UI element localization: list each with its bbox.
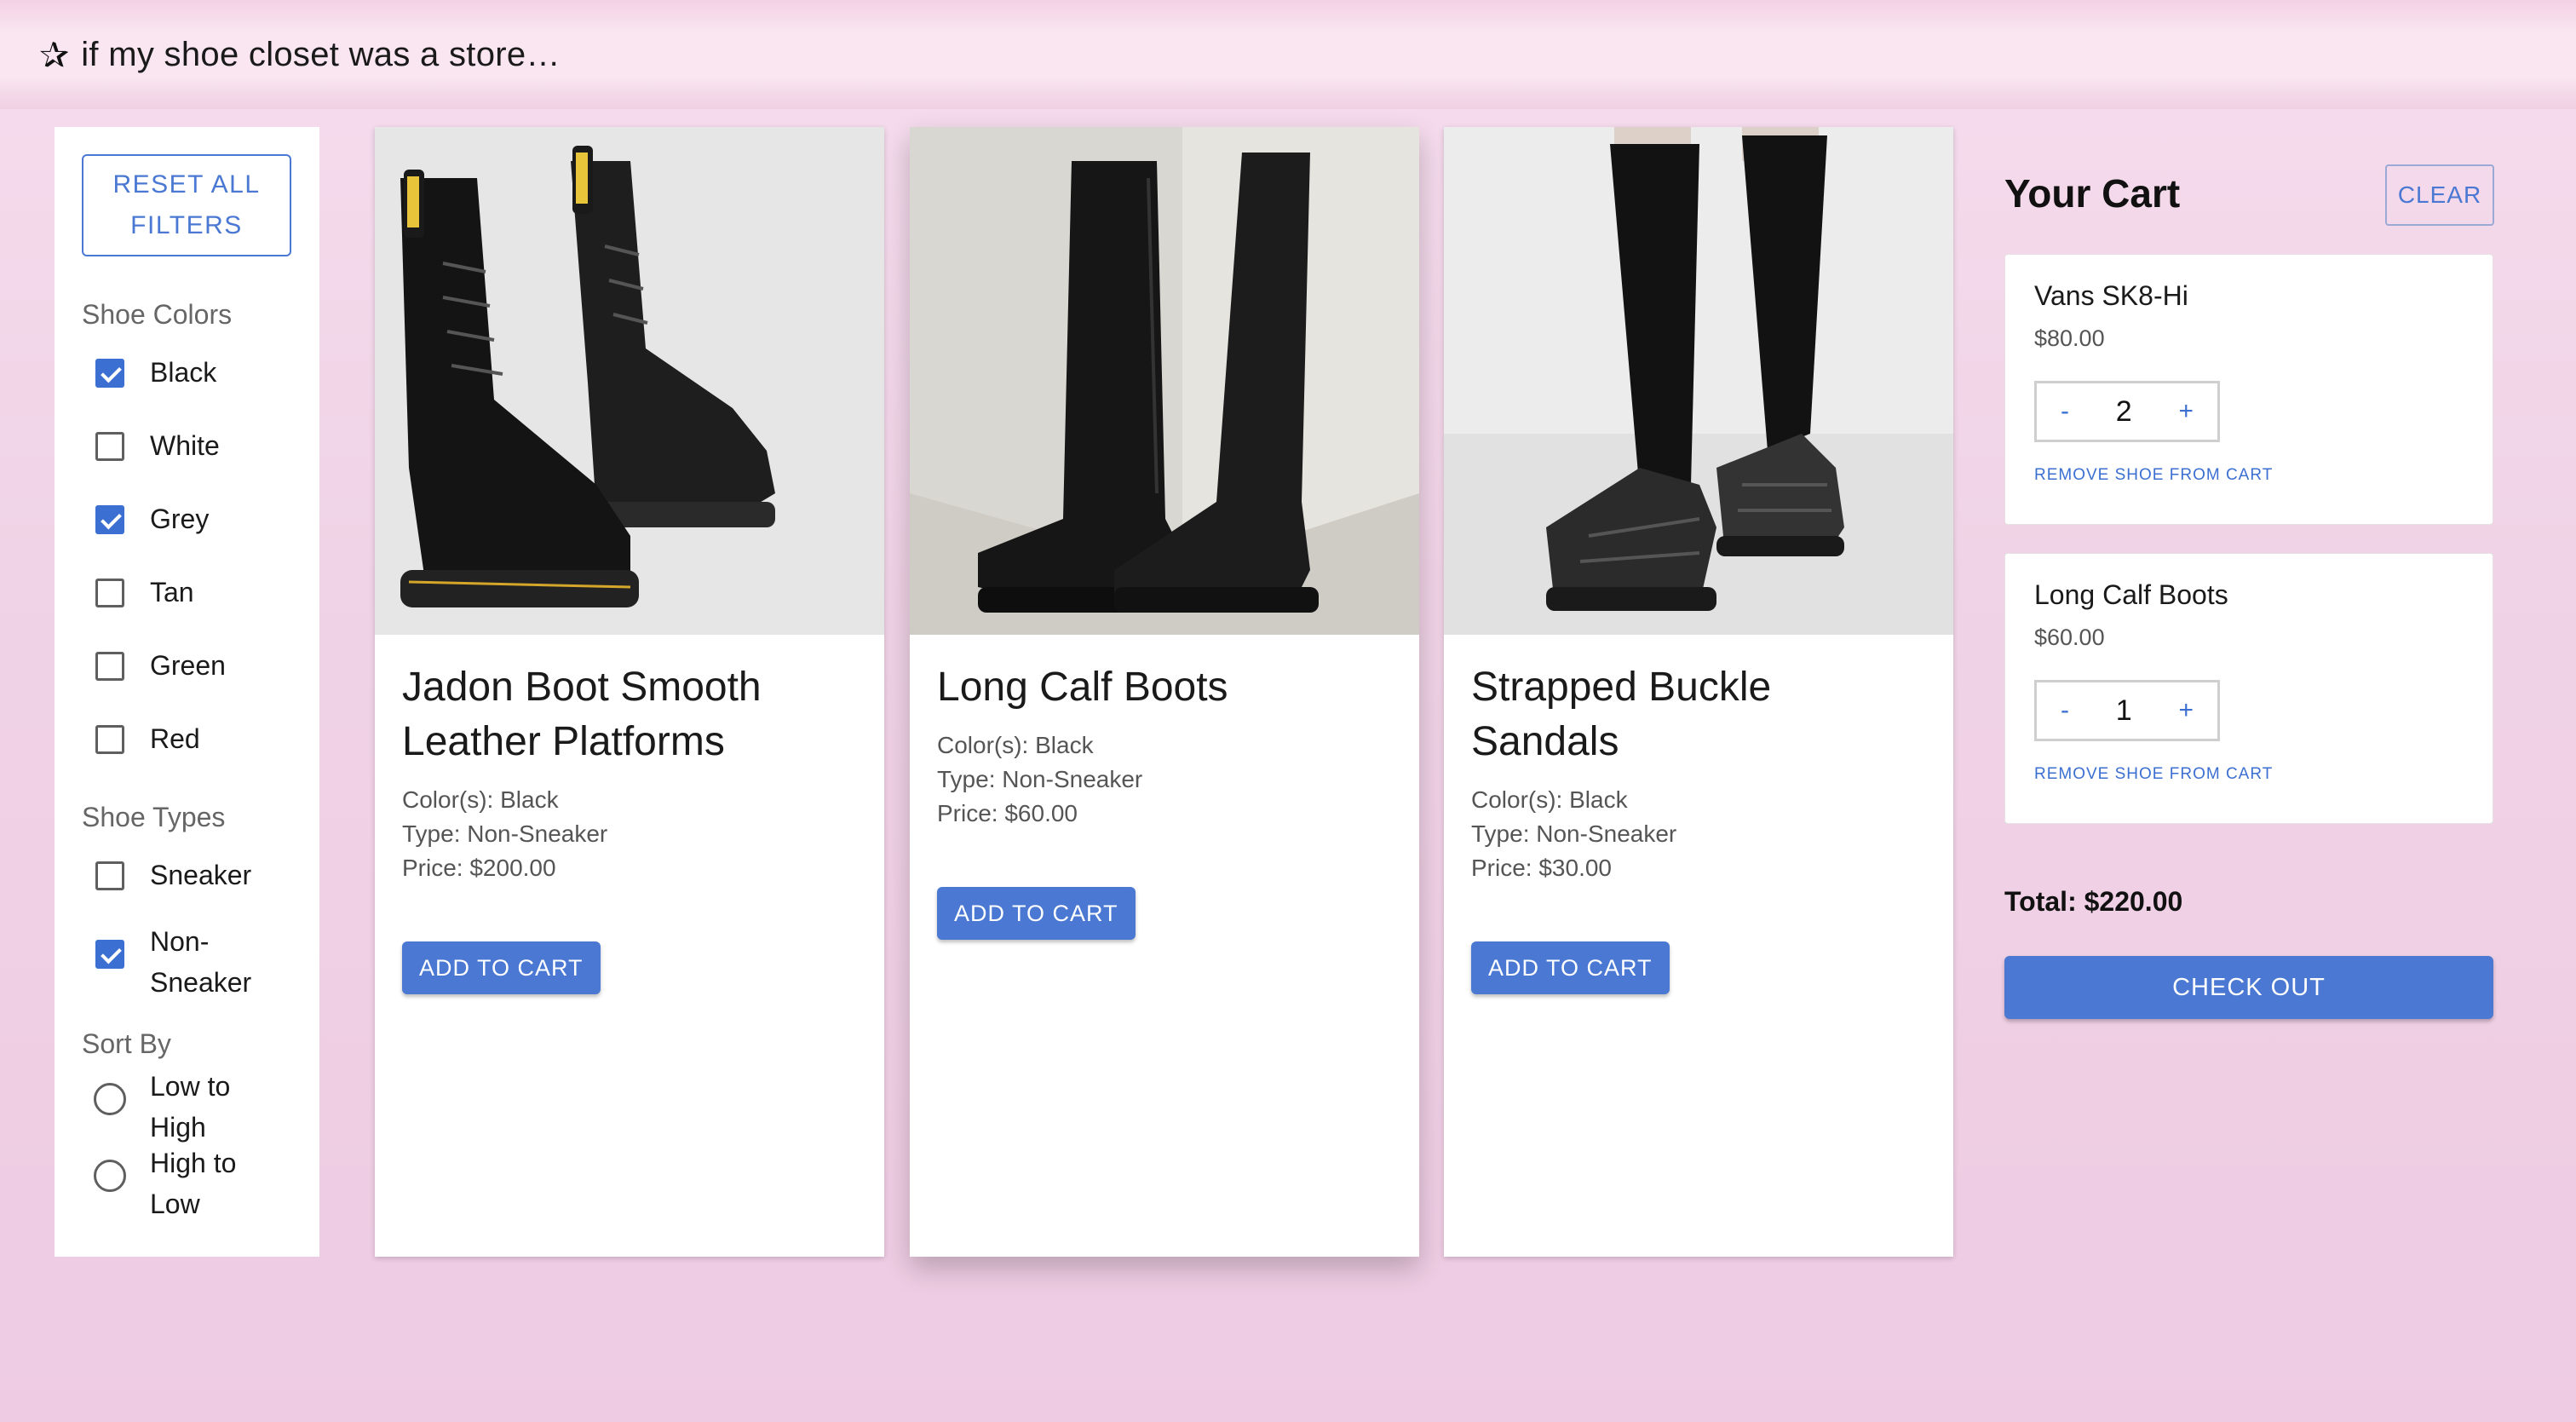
- boot-illustration: [375, 127, 884, 635]
- sandal-illustration: [1444, 127, 1953, 635]
- product-card: Jadon Boot Smooth Leather Platforms Colo…: [375, 127, 884, 1257]
- cart-item-price: $60.00: [2034, 625, 2105, 650]
- reset-filters-button[interactable]: RESET ALL FILTERS: [82, 154, 291, 256]
- filter-color-black[interactable]: Black: [82, 357, 292, 393]
- product-name: Jadon Boot Smooth Leather Platforms: [402, 665, 762, 764]
- product-image-long-calf-boots: [910, 127, 1419, 635]
- checkbox-red[interactable]: [95, 725, 124, 754]
- cart-item-name: Vans SK8-Hi: [2034, 280, 2188, 311]
- checkbox-sneaker[interactable]: [95, 861, 124, 890]
- checkout-button[interactable]: CHECK OUT: [2004, 956, 2493, 1019]
- shoe-types-heading: Shoe Types: [82, 802, 226, 832]
- quantity-stepper: - 2 +: [2034, 381, 2220, 442]
- remove-from-cart-link[interactable]: REMOVE SHOE FROM CART: [2034, 765, 2464, 784]
- radio-low-to-high[interactable]: [94, 1083, 126, 1115]
- cart-item-name: Long Calf Boots: [2034, 579, 2228, 610]
- filter-panel: RESET ALL FILTERS Shoe Colors Black Whit…: [55, 127, 319, 1257]
- sort-low-to-high[interactable]: Low to High: [82, 1071, 292, 1148]
- filter-label: Sneaker: [150, 860, 252, 890]
- product-name: Strapped Buckle Sandals: [1471, 665, 1772, 764]
- sort-high-to-low[interactable]: High to Low: [82, 1148, 292, 1224]
- shoe-colors-heading: Shoe Colors: [82, 299, 233, 330]
- product-name: Long Calf Boots: [937, 665, 1228, 710]
- product-type: Type: Non-Sneaker: [1471, 820, 1677, 847]
- product-colors: Color(s): Black: [402, 786, 559, 813]
- filter-type-sneaker[interactable]: Sneaker: [82, 860, 292, 895]
- add-to-cart-button[interactable]: ADD TO CART: [1471, 941, 1670, 994]
- filter-color-white[interactable]: White: [82, 430, 292, 466]
- filter-color-grey[interactable]: Grey: [82, 504, 292, 539]
- sort-by-heading: Sort By: [82, 1028, 171, 1059]
- filter-label: White: [150, 430, 220, 461]
- clear-cart-button[interactable]: CLEAR: [2385, 164, 2494, 226]
- add-to-cart-button[interactable]: ADD TO CART: [937, 887, 1136, 940]
- radio-high-to-low[interactable]: [94, 1160, 126, 1192]
- filter-label: Red: [150, 723, 200, 754]
- decrement-button[interactable]: -: [2061, 696, 2069, 725]
- remove-from-cart-link[interactable]: REMOVE SHOE FROM CART: [2034, 466, 2464, 485]
- reset-filters-label: RESET ALL FILTERS: [112, 170, 261, 239]
- checkbox-black[interactable]: [95, 359, 124, 388]
- filter-label: Tan: [150, 577, 194, 607]
- filter-color-green[interactable]: Green: [82, 650, 292, 686]
- checkbox-white[interactable]: [95, 432, 124, 461]
- product-card: Long Calf Boots Color(s): Black Type: No…: [910, 127, 1419, 1257]
- checkbox-grey[interactable]: [95, 505, 124, 534]
- filter-type-non-sneaker[interactable]: Non-Sneaker: [82, 926, 292, 1003]
- product-image-platform-boots: [375, 127, 884, 635]
- decrement-button[interactable]: -: [2061, 397, 2069, 426]
- increment-button[interactable]: +: [2178, 397, 2194, 426]
- quantity-value: 1: [2115, 694, 2132, 727]
- product-price: Price: $200.00: [402, 855, 556, 881]
- product-price: Price: $60.00: [937, 800, 1078, 826]
- filter-label: Black: [150, 357, 217, 388]
- product-type: Type: Non-Sneaker: [937, 766, 1143, 792]
- boot-illustration: [910, 127, 1419, 635]
- star-icon: ✰: [39, 34, 70, 75]
- sort-label: High to Low: [150, 1148, 237, 1219]
- product-colors: Color(s): Black: [1471, 786, 1628, 813]
- product-type: Type: Non-Sneaker: [402, 820, 608, 847]
- quantity-value: 2: [2115, 394, 2132, 428]
- filter-label: Grey: [150, 504, 210, 534]
- product-colors: Color(s): Black: [937, 732, 1094, 758]
- product-price: Price: $30.00: [1471, 855, 1612, 881]
- sort-label: Low to High: [150, 1071, 231, 1143]
- cart-title: Your Cart: [2004, 171, 2181, 216]
- cart-item-price: $80.00: [2034, 325, 2105, 351]
- filter-color-tan[interactable]: Tan: [82, 577, 292, 613]
- checkbox-non-sneaker[interactable]: [95, 940, 124, 969]
- header-bar: ✰ if my shoe closet was a store…: [0, 0, 2576, 109]
- product-card: Strapped Buckle Sandals Color(s): Black …: [1444, 127, 1953, 1257]
- cart-total: Total: $220.00: [2004, 886, 2183, 917]
- quantity-stepper: - 1 +: [2034, 680, 2220, 741]
- filter-label: Non-Sneaker: [150, 926, 252, 998]
- increment-button[interactable]: +: [2178, 696, 2194, 725]
- checkbox-tan[interactable]: [95, 579, 124, 607]
- filter-label: Green: [150, 650, 226, 681]
- product-image-strapped-sandals: [1444, 127, 1953, 635]
- filter-color-red[interactable]: Red: [82, 723, 292, 759]
- cart-item: Long Calf Boots $60.00 - 1 + REMOVE SHOE…: [2004, 553, 2493, 824]
- page-title: if my shoe closet was a store…: [81, 35, 561, 73]
- add-to-cart-button[interactable]: ADD TO CART: [402, 941, 601, 994]
- checkbox-green[interactable]: [95, 652, 124, 681]
- cart-item: Vans SK8-Hi $80.00 - 2 + REMOVE SHOE FRO…: [2004, 254, 2493, 525]
